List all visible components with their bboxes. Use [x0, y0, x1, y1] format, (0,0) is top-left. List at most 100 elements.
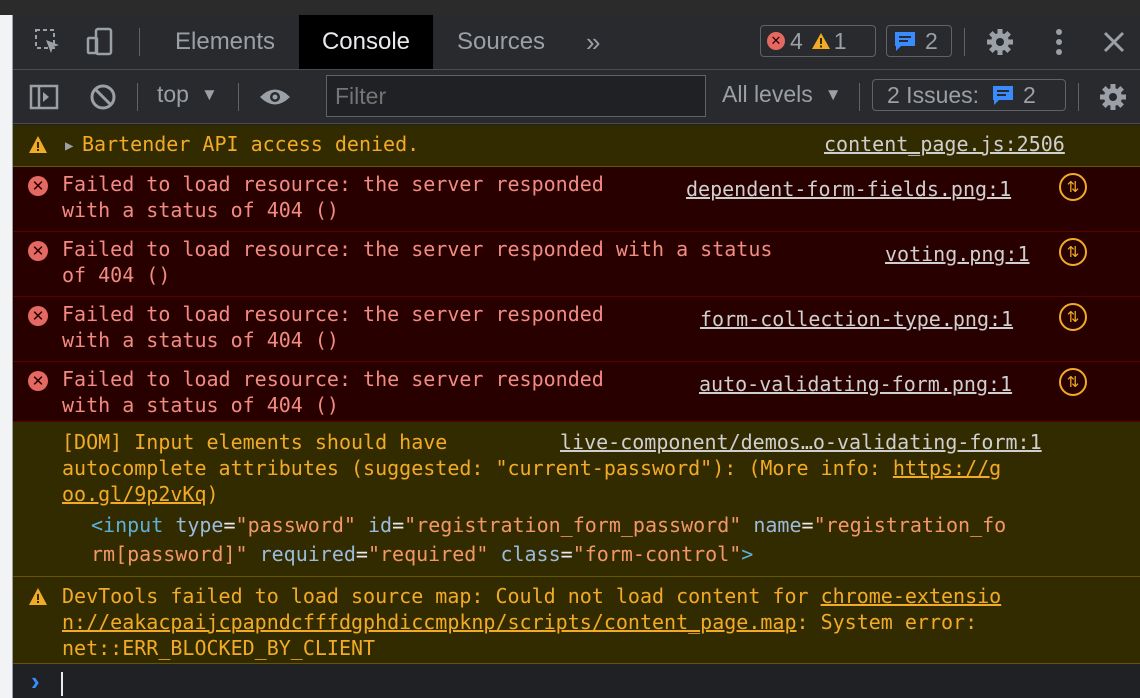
code-attr-value: "required" — [367, 542, 489, 566]
code-token: < — [91, 513, 104, 537]
expand-triangle-icon[interactable]: ▶ — [65, 133, 73, 159]
message-text-line1: Failed to load resource: the server resp… — [62, 367, 604, 391]
message-text-line2: n://eakacpaijcpapndcfffdgphdiccmpknp/scr… — [62, 609, 977, 635]
code-attr-name: id — [368, 513, 393, 537]
warning-icon — [811, 33, 830, 49]
code-token: = — [392, 513, 405, 537]
message-text-segment: DevTools failed to load source map: Coul… — [62, 584, 821, 608]
tab-console[interactable]: Console — [299, 15, 433, 69]
source-link[interactable]: live-component/demos…o-validating-form:1 — [560, 429, 1042, 455]
code-attr-name: name — [753, 513, 802, 537]
warning-icon — [29, 136, 47, 153]
tab-elements[interactable]: Elements — [175, 15, 275, 69]
message-text-line3: oo.gl/9p2vKq) — [62, 481, 219, 507]
tab-sources[interactable]: Sources — [457, 15, 545, 69]
device-toolbar-icon[interactable] — [83, 25, 117, 59]
code-token: = — [801, 513, 814, 537]
network-request-icon[interactable]: ⇅ — [1059, 238, 1087, 266]
toolbar-divider — [238, 83, 239, 111]
issues-button[interactable]: 2 Issues: 2 — [872, 79, 1066, 111]
text-cursor — [61, 672, 63, 696]
source-link[interactable]: content_page.js:2506 — [824, 131, 1065, 157]
more-info-link[interactable]: https://g — [893, 456, 1001, 480]
console-message-warning: ▶ Bartender API access denied. content_p… — [13, 125, 1140, 167]
message-text-segment: : System error: — [796, 610, 978, 634]
network-request-icon[interactable]: ⇅ — [1059, 368, 1087, 396]
code-token: = — [560, 542, 573, 566]
close-icon[interactable] — [1097, 25, 1131, 59]
code-attr-name: class — [500, 542, 561, 566]
log-levels-dropdown[interactable]: All levels ▼ — [722, 81, 842, 108]
code-line: rm[password]" required="required" class=… — [91, 540, 1006, 569]
console-message-error: ✕ Failed to load resource: the server re… — [13, 167, 1140, 232]
message-icon — [895, 32, 915, 51]
message-text-line2: autocomplete attributes (suggested: "cur… — [62, 455, 1001, 481]
console-prompt[interactable]: › — [13, 664, 1140, 698]
extension-link[interactable]: chrome-extensio — [821, 584, 1002, 608]
devtools-panel: Elements Console Sources » ✕ 4 1 2 top ▼… — [13, 15, 1140, 698]
console-message-error: ✕ Failed to load resource: the server re… — [13, 362, 1140, 422]
code-attr-value: "form-control" — [572, 542, 742, 566]
console-message-error: ✕ Failed to load resource: the server re… — [13, 297, 1140, 362]
network-request-icon[interactable]: ⇅ — [1059, 173, 1087, 201]
code-attr-value: "registration_form_password" — [404, 513, 742, 537]
error-icon: ✕ — [767, 32, 785, 50]
toolbar-divider — [859, 83, 860, 111]
message-text-line1: DevTools failed to load source map: Coul… — [62, 583, 1001, 609]
html-element-snippet[interactable]: <input type="password" id="registration_… — [91, 511, 1006, 569]
context-selector[interactable]: top ▼ — [157, 81, 218, 108]
toolbar-divider — [964, 28, 965, 56]
network-request-icon[interactable]: ⇅ — [1059, 303, 1087, 331]
warning-icon — [29, 588, 47, 605]
more-info-link[interactable]: oo.gl/9p2vKq — [62, 482, 207, 506]
messages-count: 2 — [925, 27, 938, 54]
context-label: top — [157, 81, 189, 107]
devtools-tabbar: Elements Console Sources » ✕ 4 1 2 — [13, 15, 1140, 70]
toolbar-divider — [137, 83, 138, 111]
more-tabs-button[interactable]: » — [586, 15, 600, 69]
code-attr-value: "registration_fo — [813, 513, 1007, 537]
error-icon: ✕ — [28, 176, 48, 196]
message-text-line1: Failed to load resource: the server resp… — [62, 237, 773, 261]
source-link[interactable]: voting.png:1 — [885, 241, 1030, 267]
console-message-warning: DevTools failed to load source map: Coul… — [13, 577, 1140, 664]
filter-input[interactable] — [326, 75, 706, 117]
message-text-line2: of 404 () — [62, 263, 171, 287]
console-toolbar: top ▼ All levels ▼ 2 Issues: 2 — [13, 70, 1140, 124]
issues-count: 2 — [1023, 81, 1036, 108]
sidebar-toggle-icon[interactable] — [27, 80, 61, 114]
message-text-line2: with a status of 404 () — [62, 328, 339, 352]
error-warning-counter[interactable]: ✕ 4 1 — [760, 25, 876, 57]
log-levels-label: All levels — [722, 81, 813, 107]
settings-gear-icon[interactable] — [983, 25, 1017, 59]
eye-icon[interactable] — [258, 80, 292, 114]
console-message-error: ✕ Failed to load resource: the server re… — [13, 232, 1140, 297]
message-text-line3: net::ERR_BLOCKED_BY_CLIENT — [62, 636, 376, 660]
code-token: = — [355, 542, 368, 566]
prompt-chevron-icon: › — [31, 666, 40, 696]
message-text-line1: Failed to load resource: the server resp… — [62, 172, 604, 196]
toolbar-divider — [1078, 83, 1079, 111]
console-settings-gear-icon[interactable] — [1096, 80, 1130, 114]
message-text: Bartender API access denied. — [82, 132, 420, 156]
error-count: 4 — [790, 27, 803, 54]
code-tag-name: input — [103, 513, 164, 537]
more-options-icon[interactable] — [1042, 25, 1076, 59]
messages-counter[interactable]: 2 — [886, 25, 952, 57]
source-link[interactable]: form-collection-type.png:1 — [700, 306, 1013, 332]
inspect-element-icon[interactable] — [31, 25, 65, 59]
extension-link[interactable]: n://eakacpaijcpapndcfffdgphdiccmpknp/scr… — [62, 610, 797, 634]
source-link[interactable]: auto-validating-form.png:1 — [699, 371, 1012, 397]
code-attr-name: required — [259, 542, 356, 566]
message-text-segment: ) — [206, 482, 219, 506]
source-link[interactable]: dependent-form-fields.png:1 — [686, 176, 1011, 202]
warning-count: 1 — [833, 27, 847, 54]
message-text-line1: Failed to load resource: the server resp… — [62, 302, 604, 326]
code-attr-value: "password" — [235, 513, 356, 537]
clear-console-icon[interactable] — [86, 80, 120, 114]
message-text-line1: [DOM] Input elements should have — [62, 430, 448, 454]
message-text-line2: with a status of 404 () — [62, 198, 339, 222]
code-attr-name: type — [175, 513, 224, 537]
error-icon: ✕ — [28, 241, 48, 261]
page-edge-strip — [0, 15, 13, 698]
